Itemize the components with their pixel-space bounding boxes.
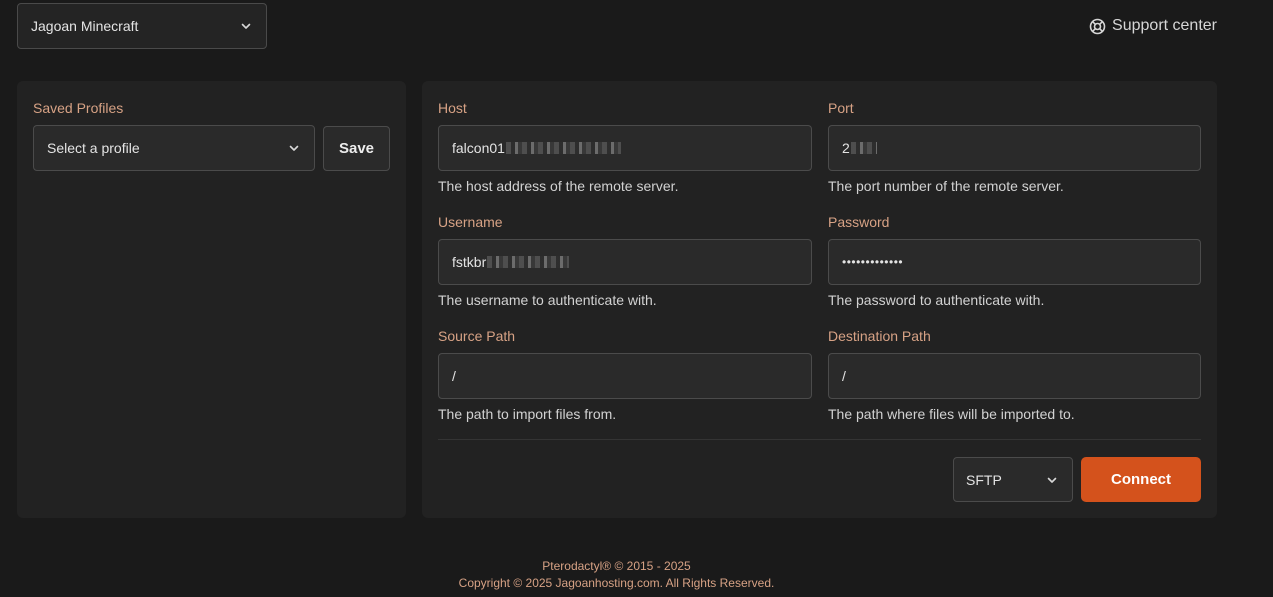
port-label: Port <box>828 100 854 116</box>
saved-profiles-label: Saved Profiles <box>33 100 124 116</box>
connection-form-card: Host falcon01 The host address of the re… <box>422 81 1217 518</box>
host-value: falcon01 <box>452 140 505 156</box>
password-label: Password <box>828 214 890 230</box>
form-divider <box>438 439 1201 440</box>
destination-path-input[interactable]: / <box>828 353 1201 399</box>
redacted-mask <box>850 142 877 154</box>
source-path-label: Source Path <box>438 328 516 344</box>
server-select-value: Jagoan Minecraft <box>31 18 139 34</box>
server-select[interactable]: Jagoan Minecraft <box>17 3 267 49</box>
username-input[interactable]: fstkbr <box>438 239 812 285</box>
password-input[interactable]: ••••••••••••• <box>828 239 1201 285</box>
username-value: fstkbr <box>452 254 487 270</box>
footer-line-2: Copyright © 2025 Jagoanhosting.com. All … <box>458 576 775 590</box>
redacted-mask <box>505 142 621 154</box>
port-input[interactable]: 2 <box>828 125 1201 171</box>
profile-select-value: Select a profile <box>47 140 140 156</box>
chevron-down-icon <box>241 23 251 29</box>
destination-path-label: Destination Path <box>828 328 931 344</box>
chevron-down-icon <box>1047 477 1057 483</box>
protocol-value: SFTP <box>966 471 1002 488</box>
source-path-help: The path to import files from. <box>438 406 617 422</box>
destination-path-help: The path where files will be imported to… <box>828 406 1075 422</box>
support-center-link[interactable]: Support center <box>1089 17 1217 35</box>
redacted-mask <box>487 256 570 268</box>
lifebuoy-icon <box>1089 18 1106 34</box>
password-help: The password to authenticate with. <box>828 292 1045 308</box>
password-value: ••••••••••••• <box>842 255 904 269</box>
destination-path-value: / <box>842 368 846 384</box>
source-path-value: / <box>452 368 456 384</box>
port-value: 2 <box>842 140 850 156</box>
chevron-down-icon <box>289 145 299 151</box>
support-center-label: Support center <box>1112 17 1217 34</box>
port-help: The port number of the remote server. <box>828 178 1064 194</box>
profile-select[interactable]: Select a profile <box>33 125 315 171</box>
save-profile-button[interactable]: Save <box>323 126 390 171</box>
host-input[interactable]: falcon01 <box>438 125 812 171</box>
username-label: Username <box>438 214 503 230</box>
footer-line-1: Pterodactyl® © 2015 - 2025 <box>542 559 691 573</box>
username-help: The username to authenticate with. <box>438 292 657 308</box>
host-label: Host <box>438 100 467 116</box>
host-help: The host address of the remote server. <box>438 178 679 194</box>
source-path-input[interactable]: / <box>438 353 812 399</box>
connect-button[interactable]: Connect <box>1081 457 1201 502</box>
protocol-select[interactable]: SFTP <box>953 457 1073 502</box>
saved-profiles-card: Saved Profiles Select a profile Save <box>17 81 406 518</box>
